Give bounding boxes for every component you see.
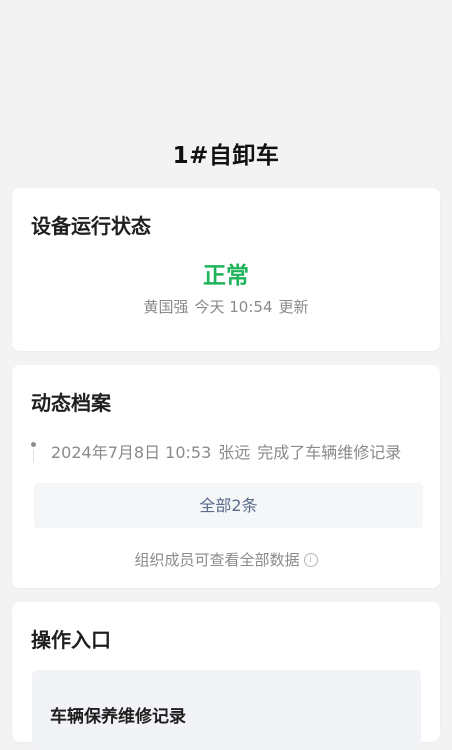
info-icon[interactable]: i (303, 552, 318, 567)
record-action: 完成了车辆维修记录 (257, 443, 402, 462)
view-all-records-button[interactable]: 全部2条 (34, 483, 423, 528)
timeline-line (33, 449, 34, 463)
dynamic-archive-card: 动态档案 2024年7月8日 10:53 张远 完成了车辆维修记录 全部2条 组织成… (12, 365, 440, 588)
updated-suffix: 更新 (278, 298, 309, 316)
operation-entry-title: 操作入口 (31, 628, 111, 652)
org-note-text: 组织成员可查看全部数据 (134, 551, 300, 569)
timeline-item[interactable]: 2024年7月8日 10:53 张远 完成了车辆维修记录 (31, 439, 426, 463)
device-status-title: 设备运行状态 (31, 214, 151, 238)
status-update-info: 黄国强 今天 10:54 更新 (12, 296, 440, 317)
operation-entry-card: 操作入口 车辆保养维修记录 (12, 602, 440, 750)
dynamic-archive-title: 动态档案 (31, 391, 111, 415)
updated-by: 黄国强 (143, 298, 189, 316)
maintenance-record-entry[interactable]: 车辆保养维修记录 (32, 670, 421, 750)
record-user: 张远 (218, 443, 251, 462)
timeline-record: 2024年7月8日 10:53 张远 完成了车辆维修记录 (51, 439, 401, 463)
org-members-note: 组织成员可查看全部数据 i (12, 549, 440, 570)
maintenance-record-label: 车辆保养维修记录 (50, 707, 186, 727)
timeline-dot-icon (31, 442, 36, 447)
page-title: 1#自卸车 (172, 143, 280, 169)
updated-time: 今天 10:54 (194, 298, 273, 316)
device-status-card: 设备运行状态 正常 黄国强 今天 10:54 更新 (12, 188, 440, 351)
record-datetime: 2024年7月8日 10:53 (51, 443, 212, 462)
status-value: 正常 (203, 263, 249, 289)
